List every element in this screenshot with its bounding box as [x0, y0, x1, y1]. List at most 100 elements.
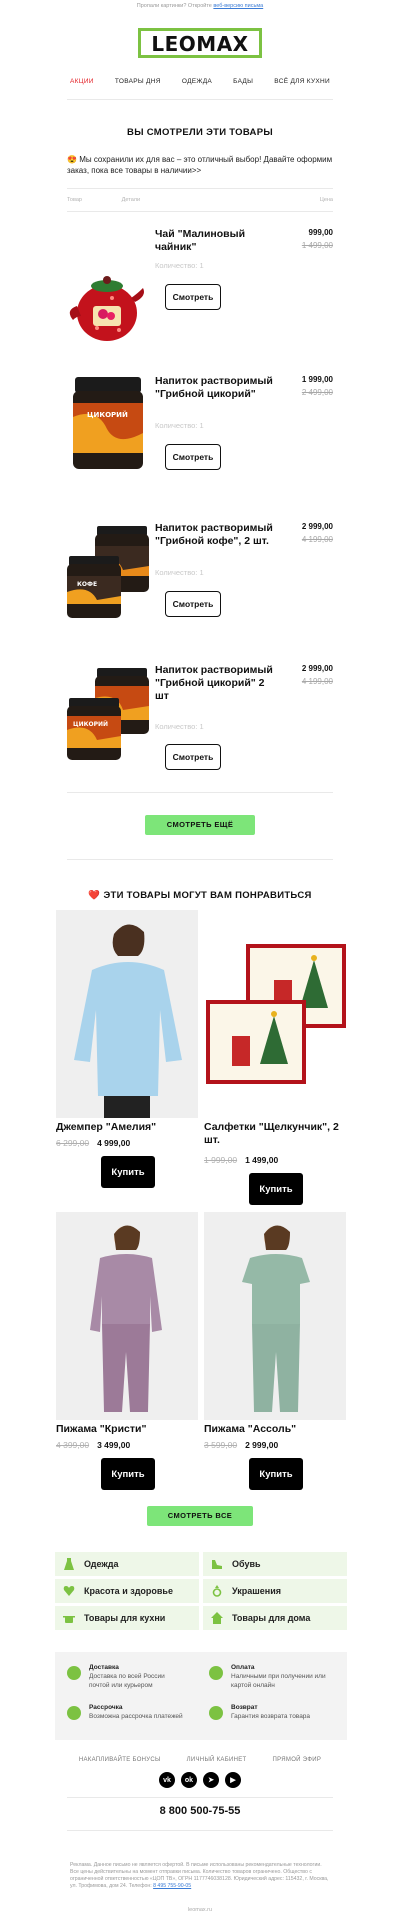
nav-item-kitchen[interactable]: ВСЁ ДЛЯ КУХНИ — [274, 78, 330, 85]
preheader: Пропали картинки? Откройте веб-версию пи… — [0, 0, 400, 14]
pot-icon — [63, 1612, 75, 1624]
see-button[interactable]: Смотреть — [165, 284, 221, 310]
service-info: Доставка Доставка по всей России почтой и… — [55, 1652, 347, 1740]
product-card: Пижама "Ассоль" 3 599,00 2 999,00 Купить — [204, 1212, 346, 1490]
current-price: 1 999,00 — [301, 375, 333, 384]
phone-number[interactable]: 8 800 500-75-55 — [0, 1805, 400, 1817]
info-text: Доставка по всей России почтой или курье… — [89, 1673, 165, 1689]
site-url[interactable]: leomax.ru — [0, 1907, 400, 1913]
buy-button[interactable]: Купить — [101, 1458, 155, 1490]
col-details: Детали — [121, 197, 141, 203]
ruble-icon — [209, 1666, 223, 1680]
see-button[interactable]: Смотреть — [165, 591, 221, 617]
web-version-link[interactable]: веб-версию письма — [213, 3, 263, 9]
category-home[interactable]: Товары для дома — [203, 1606, 347, 1630]
ok-icon[interactable]: ok — [181, 1772, 197, 1788]
see-all-button[interactable]: СМОТРЕТЬ ВСЕ — [147, 1506, 253, 1526]
info-text: Гарантия возврата товара — [231, 1713, 311, 1720]
info-text: Наличными при получении или картой онлай… — [231, 1673, 326, 1689]
category-label: Украшения — [232, 1586, 281, 1596]
svg-text:КОФЕ: КОФЕ — [77, 581, 97, 588]
current-price: 2 999,00 — [301, 522, 333, 531]
see-button[interactable]: Смотреть — [165, 444, 221, 470]
viewed-product: ЦИКОРИЙ Напиток растворимый "Грибной цик… — [67, 375, 333, 522]
telegram-icon[interactable]: ➤ — [203, 1772, 219, 1788]
product-card: Салфетки "Щелкунчик", 2 шт. 1 999,00 1 4… — [204, 910, 346, 1205]
current-price: 1 499,00 — [245, 1155, 279, 1165]
category-label: Одежда — [84, 1559, 119, 1569]
category-jewelry[interactable]: Украшения — [203, 1579, 347, 1603]
nav-item-sales[interactable]: АКЦИИ — [70, 78, 94, 85]
return-icon — [209, 1706, 223, 1720]
product-name[interactable]: Джемпер "Амелия" — [56, 1121, 198, 1134]
svg-text:ЦИКОРИЙ: ЦИКОРИЙ — [87, 410, 128, 419]
account-link[interactable]: ЛИЧНЫЙ КАБИНЕТ — [187, 1757, 247, 1763]
youtube-icon[interactable]: ▶ — [225, 1772, 241, 1788]
pajamas-assol-photo[interactable] — [204, 1212, 346, 1420]
old-price: 1 499,00 — [301, 241, 333, 250]
category-label: Товары для дома — [232, 1613, 311, 1623]
see-button[interactable]: Смотреть — [165, 744, 221, 770]
product-name[interactable]: Чай "Малиновый чайник" — [155, 228, 281, 254]
divider — [67, 859, 333, 860]
prices: 3 599,00 2 999,00 — [204, 1440, 346, 1450]
product-name[interactable]: Напиток растворимый "Грибной цикорий" 2 … — [155, 664, 281, 703]
product-name[interactable]: Напиток растворимый "Грибной кофе", 2 шт… — [155, 522, 281, 548]
category-beauty[interactable]: Красота и здоровье — [55, 1579, 199, 1603]
divider — [67, 792, 333, 793]
product-name[interactable]: Пижама "Ассоль" — [204, 1423, 346, 1436]
chicory-two-jars-image[interactable]: ЦИКОРИЙ — [67, 668, 149, 760]
old-price: 1 999,00 — [204, 1155, 238, 1165]
product-name[interactable]: Напиток растворимый "Грибной цикорий" — [155, 375, 281, 401]
see-more-button[interactable]: СМОТРЕТЬ ЕЩЁ — [145, 815, 255, 835]
svg-text:ЦИКОРИЙ: ЦИКОРИЙ — [73, 720, 108, 728]
product-qty: Количество: 1 — [155, 261, 204, 270]
nav-item-day-goods[interactable]: ТОВАРЫ ДНЯ — [115, 78, 161, 85]
return-info: Возврат Гарантия возврата товара — [209, 1704, 335, 1722]
old-price: 4 199,00 — [301, 677, 333, 686]
buy-button[interactable]: Купить — [101, 1156, 155, 1188]
legal-text: Реклама. Данное письмо не является оферт… — [70, 1862, 332, 1890]
legal-phone[interactable]: 8 495 755-90-05 — [153, 1883, 191, 1889]
current-price: 4 999,00 — [97, 1138, 131, 1148]
pajamas-kristi-photo[interactable] — [56, 1212, 198, 1420]
jumper-photo[interactable] — [56, 910, 198, 1118]
dress-icon — [63, 1558, 75, 1570]
heart-icon: ❤️ — [88, 890, 101, 901]
napkins-photo[interactable] — [204, 910, 346, 1118]
current-price: 999,00 — [308, 228, 333, 237]
category-shoes[interactable]: Обувь — [203, 1552, 347, 1576]
info-title: Оплата — [231, 1664, 255, 1671]
category-kitchen[interactable]: Товары для кухни — [55, 1606, 199, 1630]
product-qty: Количество: 1 — [155, 722, 204, 731]
smiling-face-icon: 😍 — [67, 155, 77, 164]
product-qty: Количество: 1 — [155, 421, 204, 430]
delivery-info: Доставка Доставка по всей России почтой и… — [67, 1664, 187, 1690]
product-price: 2 999,00 4 199,00 — [302, 664, 333, 686]
category-label: Красота и здоровье — [84, 1586, 173, 1596]
info-text: Возможна рассрочка платежей — [89, 1713, 183, 1720]
divider — [67, 99, 333, 100]
old-price: 2 499,00 — [301, 388, 333, 397]
top-nav: АКЦИИ ТОВАРЫ ДНЯ ОДЕЖДА БАДЫ ВСЁ ДЛЯ КУХ… — [70, 78, 330, 85]
buy-button[interactable]: Купить — [249, 1173, 303, 1205]
ring-icon — [211, 1585, 223, 1597]
viewed-product: Чай "Малиновый чайник" 999,00 1 499,00 К… — [67, 228, 333, 375]
viewed-product: КОФЕ Напиток растворимый "Грибной кофе",… — [67, 522, 333, 664]
product-name[interactable]: Пижама "Кристи" — [56, 1423, 198, 1436]
prices: 6 299,00 4 999,00 — [56, 1138, 198, 1148]
footer-links: НАКАПЛИВАЙТЕ БОНУСЫ ЛИЧНЫЙ КАБИНЕТ ПРЯМО… — [0, 1757, 400, 1763]
product-name[interactable]: Салфетки "Щелкунчик", 2 шт. — [204, 1121, 346, 1147]
mushroom-coffee-image[interactable]: КОФЕ — [67, 526, 149, 618]
nav-item-clothes[interactable]: ОДЕЖДА — [182, 78, 212, 85]
bonus-link[interactable]: НАКАПЛИВАЙТЕ БОНУСЫ — [79, 1757, 161, 1763]
buy-button[interactable]: Купить — [249, 1458, 303, 1490]
product-card: Джемпер "Амелия" 6 299,00 4 999,00 Купит… — [56, 910, 198, 1188]
nav-item-supplements[interactable]: БАДЫ — [233, 78, 253, 85]
raspberry-tea-image[interactable] — [67, 258, 149, 350]
vk-icon[interactable]: vk — [159, 1772, 175, 1788]
category-clothes[interactable]: Одежда — [55, 1552, 199, 1576]
live-link[interactable]: ПРЯМОЙ ЭФИР — [272, 1757, 321, 1763]
chicory-jar-image[interactable]: ЦИКОРИЙ — [67, 377, 149, 469]
leomax-logo[interactable]: LEOMAX — [138, 28, 262, 58]
